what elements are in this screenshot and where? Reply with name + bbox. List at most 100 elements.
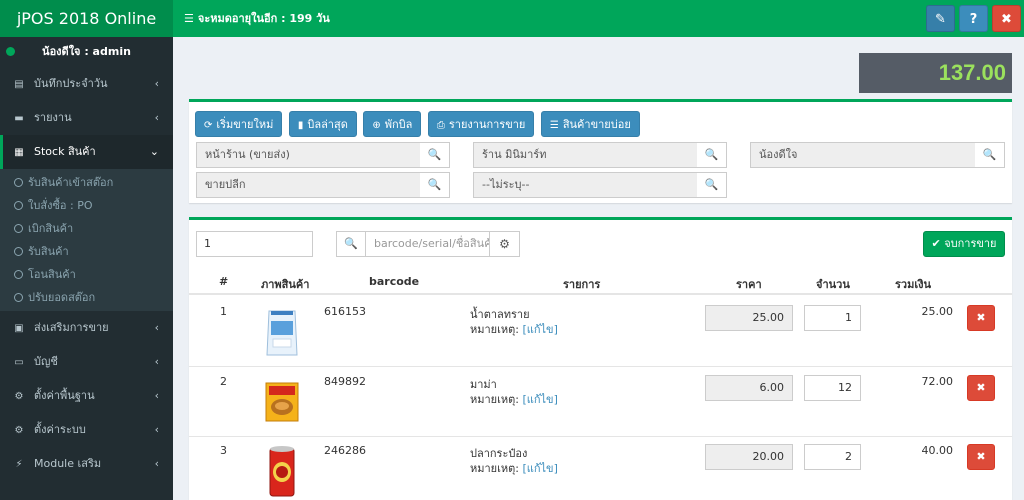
search-icon[interactable]: 🔍 bbox=[420, 172, 450, 198]
button-label: สินค้าขายบ่อย bbox=[562, 118, 631, 131]
cart-panel: 1 🔍 barcode/serial/ชื่อสินค้า ⚙ ✔ จบการข… bbox=[189, 217, 1012, 500]
row-barcode: 616153 bbox=[324, 305, 366, 318]
edit-note-link[interactable]: [แก้ไข] bbox=[522, 323, 557, 336]
sidebar-item-reports[interactable]: ▬ รายงาน ‹ bbox=[0, 101, 173, 135]
search-icon[interactable]: 🔍 bbox=[420, 142, 450, 168]
row-qty-input[interactable]: 12 bbox=[804, 375, 861, 401]
pencil-icon: ✎ bbox=[935, 12, 946, 27]
list-icon: ☰ bbox=[549, 120, 559, 131]
table-row: 2 849892 มาม่า หมายเหตุ: [แก้ไข] 6.00 12… bbox=[189, 367, 1012, 437]
close-icon: ✖ bbox=[976, 450, 986, 463]
sidebar-item-system-settings[interactable]: ⚙ ตั้งค่าระบบ ‹ bbox=[0, 413, 173, 447]
delete-row-button[interactable]: ✖ bbox=[967, 305, 995, 331]
delete-row-button[interactable]: ✖ bbox=[967, 444, 995, 470]
sale-type-field[interactable]: ขายปลีก bbox=[196, 172, 421, 198]
edit-button[interactable]: ✎ bbox=[926, 5, 955, 32]
row-price: 20.00 bbox=[705, 444, 793, 470]
submenu-item-receive[interactable]: รับสินค้า bbox=[0, 240, 173, 263]
customer-selector[interactable]: --ไม่ระบุ-- 🔍 bbox=[473, 172, 727, 198]
branch-field[interactable]: หน้าร้าน (ขายส่ง) bbox=[196, 142, 421, 168]
plus-circle-icon: ⊕ bbox=[372, 120, 381, 131]
sidebar-item-modules[interactable]: ⚡ Module เสริม ‹ bbox=[0, 447, 173, 481]
employee-field[interactable]: น้องดีใจ bbox=[750, 142, 976, 168]
user-name: น้องดีใจ : admin bbox=[42, 45, 131, 58]
action-toolbar: ⟳ เริ่มขายใหม่ ▮ บิลล่าสุด ⊕ พักบิล ⎙ รายงาน… bbox=[195, 111, 643, 137]
table-row: 1 616153 น้ำตาลทราย หมายเหตุ: [แก้ไข] 25… bbox=[189, 297, 1012, 367]
new-sale-button[interactable]: ⟳ เริ่มขายใหม่ bbox=[195, 111, 283, 137]
quantity-input[interactable]: 1 bbox=[196, 231, 313, 257]
employee-selector[interactable]: น้องดีใจ 🔍 bbox=[750, 142, 1005, 168]
help-button[interactable]: ? bbox=[959, 5, 988, 32]
search-icon[interactable]: 🔍 bbox=[336, 231, 366, 257]
button-label: รายงานการขาย bbox=[448, 118, 526, 131]
submenu-label: ใบสั่งซื้อ : PO bbox=[28, 199, 93, 212]
last-bill-button[interactable]: ▮ บิลล่าสุด bbox=[288, 111, 357, 137]
sidebar-item-stock[interactable]: ▦ Stock สินค้า ⌄ bbox=[0, 135, 173, 169]
chevron-left-icon: ‹ bbox=[154, 389, 159, 402]
button-label: เริ่มขายใหม่ bbox=[216, 118, 274, 131]
circle-icon bbox=[14, 293, 23, 302]
online-status-icon bbox=[6, 47, 15, 56]
expiry-text: จะหมดอายุในอีก : 199 วัน bbox=[197, 12, 330, 25]
best-sellers-button[interactable]: ☰ สินค้าขายบ่อย bbox=[540, 111, 640, 137]
sidebar-item-basic-settings[interactable]: ⚙ ตั้งค่าพื้นฐาน ‹ bbox=[0, 379, 173, 413]
sidebar-item-label: ส่งเสริมการขาย bbox=[34, 321, 109, 334]
app-logo[interactable]: jPOS 2018 Online bbox=[0, 0, 173, 37]
sidebar-item-label: Module เสริม bbox=[34, 457, 102, 470]
row-price: 6.00 bbox=[705, 375, 793, 401]
submenu-item-transfer[interactable]: โอนสินค้า bbox=[0, 263, 173, 286]
circle-icon bbox=[14, 201, 23, 210]
note-label: หมายเหตุ: bbox=[470, 462, 519, 475]
sidebar-item-label: บัญชี bbox=[34, 355, 58, 368]
plug-icon: ⚡ bbox=[15, 459, 23, 470]
row-num: 2 bbox=[220, 375, 227, 388]
circle-icon bbox=[14, 270, 23, 279]
col-image: ภาพสินค้า bbox=[261, 278, 310, 291]
sidebar-item-label: Stock สินค้า bbox=[34, 145, 96, 158]
sidebar-item-accounts[interactable]: ▭ บัญชี ‹ bbox=[0, 345, 173, 379]
submenu-item-withdraw[interactable]: เบิกสินค้า bbox=[0, 217, 173, 240]
finish-sale-button[interactable]: ✔ จบการขาย bbox=[923, 231, 1005, 257]
gift-icon: ▣ bbox=[14, 323, 24, 334]
submenu-item-adjust[interactable]: ปรับยอดสต๊อก bbox=[0, 286, 173, 309]
search-icon[interactable]: 🔍 bbox=[697, 172, 727, 198]
store-field[interactable]: ร้าน มินิมาร์ท bbox=[473, 142, 698, 168]
table-header: # ภาพสินค้า barcode รายการ ราคา จำนวน รว… bbox=[189, 271, 1012, 295]
print-icon: ⎙ bbox=[436, 120, 445, 131]
sidebar-item-promotion[interactable]: ▣ ส่งเสริมการขาย ‹ bbox=[0, 311, 173, 345]
submenu-item-receive-stock[interactable]: รับสินค้าเข้าสต๊อก bbox=[0, 171, 173, 194]
submenu-label: รับสินค้า bbox=[28, 245, 69, 258]
row-price: 25.00 bbox=[705, 305, 793, 331]
sale-type-selector[interactable]: ขายปลีก 🔍 bbox=[196, 172, 450, 198]
sidebar-item-daily[interactable]: ▤ บันทึกประจำวัน ‹ bbox=[0, 67, 173, 101]
sales-report-button[interactable]: ⎙ รายงานการขาย bbox=[427, 111, 535, 137]
row-note: หมายเหตุ: [แก้ไข] bbox=[470, 390, 558, 408]
menu-toggle-icon[interactable]: ☰ bbox=[184, 12, 194, 25]
close-icon: ✖ bbox=[976, 311, 986, 324]
delete-row-button[interactable]: ✖ bbox=[967, 375, 995, 401]
chevron-left-icon: ‹ bbox=[154, 321, 159, 334]
question-icon: ? bbox=[969, 12, 978, 27]
close-button[interactable]: ✖ bbox=[992, 5, 1021, 32]
submenu-item-po[interactable]: ใบสั่งซื้อ : PO bbox=[0, 194, 173, 217]
store-selector[interactable]: ร้าน มินิมาร์ท 🔍 bbox=[473, 142, 727, 168]
gear-icon[interactable]: ⚙ bbox=[489, 231, 520, 257]
sidebar-item-label: ตั้งค่าพื้นฐาน bbox=[34, 389, 95, 402]
grand-total-display: 137.00 bbox=[859, 53, 1012, 93]
sidebar-item-label: บันทึกประจำวัน bbox=[34, 77, 108, 90]
edit-note-link[interactable]: [แก้ไข] bbox=[522, 393, 557, 406]
search-icon[interactable]: 🔍 bbox=[697, 142, 727, 168]
search-icon[interactable]: 🔍 bbox=[975, 142, 1005, 168]
stock-submenu: รับสินค้าเข้าสต๊อก ใบสั่งซื้อ : PO เบิกส… bbox=[0, 169, 173, 311]
col-price: ราคา bbox=[736, 278, 762, 291]
customer-field[interactable]: --ไม่ระบุ-- bbox=[473, 172, 698, 198]
row-qty-input[interactable]: 1 bbox=[804, 305, 861, 331]
file-icon: ▮ bbox=[297, 120, 304, 131]
hold-bill-button[interactable]: ⊕ พักบิล bbox=[363, 111, 422, 137]
barcode-input[interactable]: barcode/serial/ชื่อสินค้า bbox=[365, 231, 490, 257]
row-qty-input[interactable]: 2 bbox=[804, 444, 861, 470]
edit-note-link[interactable]: [แก้ไข] bbox=[522, 462, 557, 475]
sugar-pack-image bbox=[266, 310, 298, 356]
branch-selector[interactable]: หน้าร้าน (ขายส่ง) 🔍 bbox=[196, 142, 450, 168]
close-icon: ✖ bbox=[1001, 12, 1012, 27]
